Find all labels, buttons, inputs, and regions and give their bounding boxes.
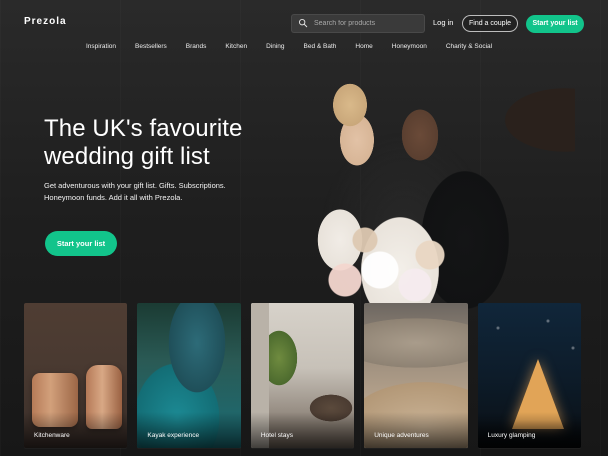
card-kayak-experience[interactable]: Kayak experience	[137, 303, 241, 448]
card-label: Luxury glamping	[487, 432, 536, 439]
card-overlay	[137, 412, 241, 448]
nav-item-dining[interactable]: Dining	[266, 43, 284, 53]
find-couple-button[interactable]: Find a couple	[462, 15, 518, 32]
nav-item-honeymoon[interactable]: Honeymoon	[392, 43, 427, 53]
card-overlay	[250, 412, 355, 448]
card-overlay	[364, 412, 468, 448]
card-overlay	[24, 412, 128, 448]
nav-item-kitchen[interactable]: Kitchen	[225, 43, 247, 53]
nav-item-inspiration[interactable]: Inspiration	[86, 43, 116, 53]
nav-item-bed-bath[interactable]: Bed & Bath	[304, 43, 337, 53]
category-cards: Kitchenware Kayak experience Hotel stays…	[24, 303, 582, 448]
nav-item-bestsellers[interactable]: Bestsellers	[135, 43, 167, 53]
card-label: Unique adventures	[374, 432, 429, 439]
card-luxury-glamping[interactable]: Luxury glamping	[477, 303, 582, 448]
card-kitchenware[interactable]: Kitchenware	[24, 303, 128, 448]
hero-start-list-button[interactable]: Start your list	[45, 231, 117, 256]
search-input[interactable]	[314, 15, 418, 32]
start-list-button[interactable]: Start your list	[526, 15, 584, 33]
card-unique-adventures[interactable]: Unique adventures	[364, 303, 468, 448]
bouquet-image	[320, 215, 460, 310]
card-overlay	[477, 412, 582, 448]
nav-item-brands[interactable]: Brands	[186, 43, 207, 53]
nav-item-charity-social[interactable]: Charity & Social	[446, 43, 492, 53]
top-bar: Prezola Log in Find a couple Start your …	[0, 0, 608, 44]
hero-subtitle: Get adventurous with your gift list. Gif…	[44, 181, 226, 202]
search-bar[interactable]	[291, 14, 425, 33]
card-label: Kayak experience	[147, 432, 200, 439]
card-label: Kitchenware	[34, 432, 70, 439]
card-hotel-stays[interactable]: Hotel stays	[250, 303, 355, 448]
main-nav: Inspiration Bestsellers Brands Kitchen D…	[86, 43, 492, 53]
logo[interactable]: Prezola	[24, 16, 67, 27]
nav-item-home[interactable]: Home	[355, 43, 372, 53]
hero-title-line-1: The UK's favourite	[44, 115, 243, 142]
card-label: Hotel stays	[260, 432, 293, 439]
login-link[interactable]: Log in	[433, 18, 453, 27]
search-icon	[298, 15, 308, 33]
hero-title-line-2: wedding gift list	[44, 143, 210, 170]
hero-title: The UK's favourite wedding gift list	[44, 115, 284, 171]
